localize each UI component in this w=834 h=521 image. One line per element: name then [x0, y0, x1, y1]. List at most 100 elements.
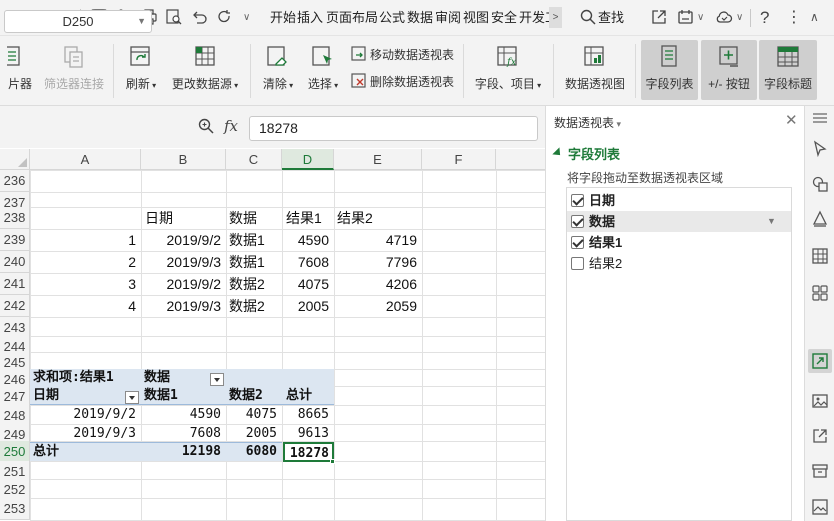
- calendar-chevron-icon[interactable]: ∨: [697, 0, 704, 35]
- source-cell[interactable]: 7796: [334, 251, 422, 273]
- pane-menu-icon[interactable]: [811, 112, 829, 124]
- source-cell[interactable]: 2019/9/2: [141, 273, 226, 295]
- source-cell[interactable]: 数据1: [229, 229, 281, 251]
- column-header-f[interactable]: F: [422, 149, 496, 170]
- row-header-238[interactable]: 238: [0, 207, 30, 229]
- redo-icon[interactable]: [215, 8, 233, 26]
- slicer-button[interactable]: 片器: [0, 44, 40, 92]
- source-header-date[interactable]: 日期: [145, 207, 225, 229]
- style-icon[interactable]: [811, 210, 829, 228]
- source-cell[interactable]: 2005: [282, 295, 334, 317]
- column-header-e[interactable]: E: [334, 149, 422, 170]
- image-icon[interactable]: [811, 392, 829, 410]
- change-data-source-button[interactable]: 更改数据源 ▾: [170, 44, 240, 92]
- pivot-total-cell[interactable]: 12198: [141, 441, 226, 463]
- source-cell[interactable]: 1: [30, 229, 141, 251]
- refresh-button[interactable]: 刷新 ▾: [123, 44, 159, 92]
- apps-grid-icon[interactable]: [811, 284, 829, 302]
- pivot-total-label[interactable]: 总计: [33, 441, 133, 463]
- tab-view[interactable]: 视图: [463, 0, 489, 35]
- tab-review[interactable]: 审阅: [435, 0, 461, 35]
- field-header-toggle-button[interactable]: 字段标题: [759, 40, 817, 100]
- source-cell[interactable]: 4206: [334, 273, 422, 295]
- pivot-row-filter-dropdown-icon[interactable]: [125, 391, 139, 404]
- select-all-corner[interactable]: [0, 149, 30, 170]
- source-header-result1[interactable]: 结果1: [286, 207, 333, 229]
- column-header-a[interactable]: A: [30, 149, 141, 170]
- tabs-scroll-right-icon[interactable]: >: [549, 7, 562, 28]
- row-header-250[interactable]: 250: [0, 441, 30, 463]
- source-cell[interactable]: 数据2: [229, 273, 281, 295]
- plus-minus-toggle-button[interactable]: +/- 按钮: [701, 40, 757, 100]
- clear-button[interactable]: 清除 ▾: [260, 44, 296, 92]
- field-item-result1[interactable]: 结果1: [567, 232, 791, 253]
- checkbox-date[interactable]: [571, 194, 584, 207]
- source-cell[interactable]: 2019/9/2: [141, 229, 226, 251]
- cloud-sync-icon[interactable]: [715, 8, 733, 26]
- field-item-result2[interactable]: 结果2: [567, 253, 791, 274]
- source-cell[interactable]: 2019/9/3: [141, 251, 226, 273]
- row-header-239[interactable]: 239: [0, 229, 30, 251]
- zoom-search-icon[interactable]: [197, 117, 215, 135]
- pane-title[interactable]: 数据透视表 ▾: [554, 114, 621, 131]
- undo-icon[interactable]: [190, 8, 208, 26]
- checkbox-data[interactable]: [571, 215, 584, 228]
- help-icon[interactable]: ?: [760, 0, 769, 35]
- print-preview-icon[interactable]: [165, 8, 183, 26]
- delete-pivot-button[interactable]: 删除数据透视表: [351, 73, 454, 91]
- field-item-data[interactable]: 数据 ▼: [567, 211, 791, 232]
- pivot-pane-icon[interactable]: [811, 352, 829, 370]
- collapse-arrow-icon[interactable]: [552, 147, 564, 159]
- search-icon[interactable]: [579, 8, 597, 26]
- fields-items-button[interactable]: fx 字段、项目 ▾: [473, 44, 543, 92]
- move-pivot-button[interactable]: 移动数据透视表: [351, 46, 454, 64]
- fill-handle[interactable]: [330, 459, 335, 464]
- name-box-dropdown-icon[interactable]: ▼: [137, 11, 146, 32]
- table-icon[interactable]: [811, 247, 829, 265]
- column-header-c[interactable]: C: [226, 149, 282, 170]
- cursor-select-icon[interactable]: [811, 140, 829, 158]
- filter-connection-button[interactable]: 筛选器连接: [43, 44, 105, 92]
- tab-data[interactable]: 数据: [407, 0, 433, 35]
- row-header-241[interactable]: 241: [0, 273, 30, 295]
- source-cell[interactable]: 2059: [334, 295, 422, 317]
- cloud-chevron-icon[interactable]: ∨: [736, 0, 743, 35]
- source-cell[interactable]: 2: [30, 251, 141, 273]
- column-header-d[interactable]: D: [282, 149, 334, 170]
- source-cell[interactable]: 4: [30, 295, 141, 317]
- tab-developer[interactable]: 开发工: [519, 0, 549, 35]
- quick-access-chevron-icon[interactable]: ∨: [243, 0, 250, 35]
- source-header-result2[interactable]: 结果2: [337, 207, 421, 229]
- tab-security[interactable]: 安全: [491, 0, 517, 35]
- pivot-chart-button[interactable]: 数据透视图: [563, 44, 627, 92]
- checkbox-result1[interactable]: [571, 236, 584, 249]
- shapes-icon[interactable]: [811, 175, 829, 193]
- source-cell[interactable]: 4719: [334, 229, 422, 251]
- picture-library-icon[interactable]: [811, 498, 829, 516]
- insert-function-icon[interactable]: fx: [224, 117, 238, 135]
- row-header-242[interactable]: 242: [0, 295, 30, 317]
- name-box[interactable]: D250 ▼: [4, 10, 152, 33]
- tab-insert[interactable]: 插入: [297, 0, 323, 35]
- column-header-b[interactable]: B: [141, 149, 226, 170]
- source-cell[interactable]: 2019/9/3: [141, 295, 226, 317]
- more-icon[interactable]: ⋮: [786, 0, 802, 35]
- source-cell[interactable]: 数据1: [229, 251, 281, 273]
- spreadsheet-grid[interactable]: A B C D E F 236 237 238 239 240 241 242 …: [0, 148, 545, 521]
- row-header-236[interactable]: 236: [0, 170, 30, 192]
- field-list-toggle-button[interactable]: 字段列表: [641, 40, 698, 100]
- column-header-g[interactable]: [496, 149, 545, 170]
- close-icon[interactable]: ✕: [785, 111, 798, 129]
- checkbox-result2[interactable]: [571, 257, 584, 270]
- tab-formulas[interactable]: 公式: [379, 0, 405, 35]
- select-button[interactable]: 选择 ▾: [305, 44, 341, 92]
- source-cell[interactable]: 4590: [282, 229, 334, 251]
- field-item-date[interactable]: 日期: [567, 190, 791, 211]
- calendar-icon[interactable]: [677, 8, 695, 26]
- search-label[interactable]: 查找: [598, 0, 624, 35]
- row-header-253[interactable]: 253: [0, 498, 30, 520]
- source-cell[interactable]: 3: [30, 273, 141, 295]
- source-header-data[interactable]: 数据: [229, 207, 281, 229]
- collapse-ribbon-icon[interactable]: ∧: [810, 0, 819, 35]
- active-cell-d250[interactable]: 18278: [283, 442, 334, 462]
